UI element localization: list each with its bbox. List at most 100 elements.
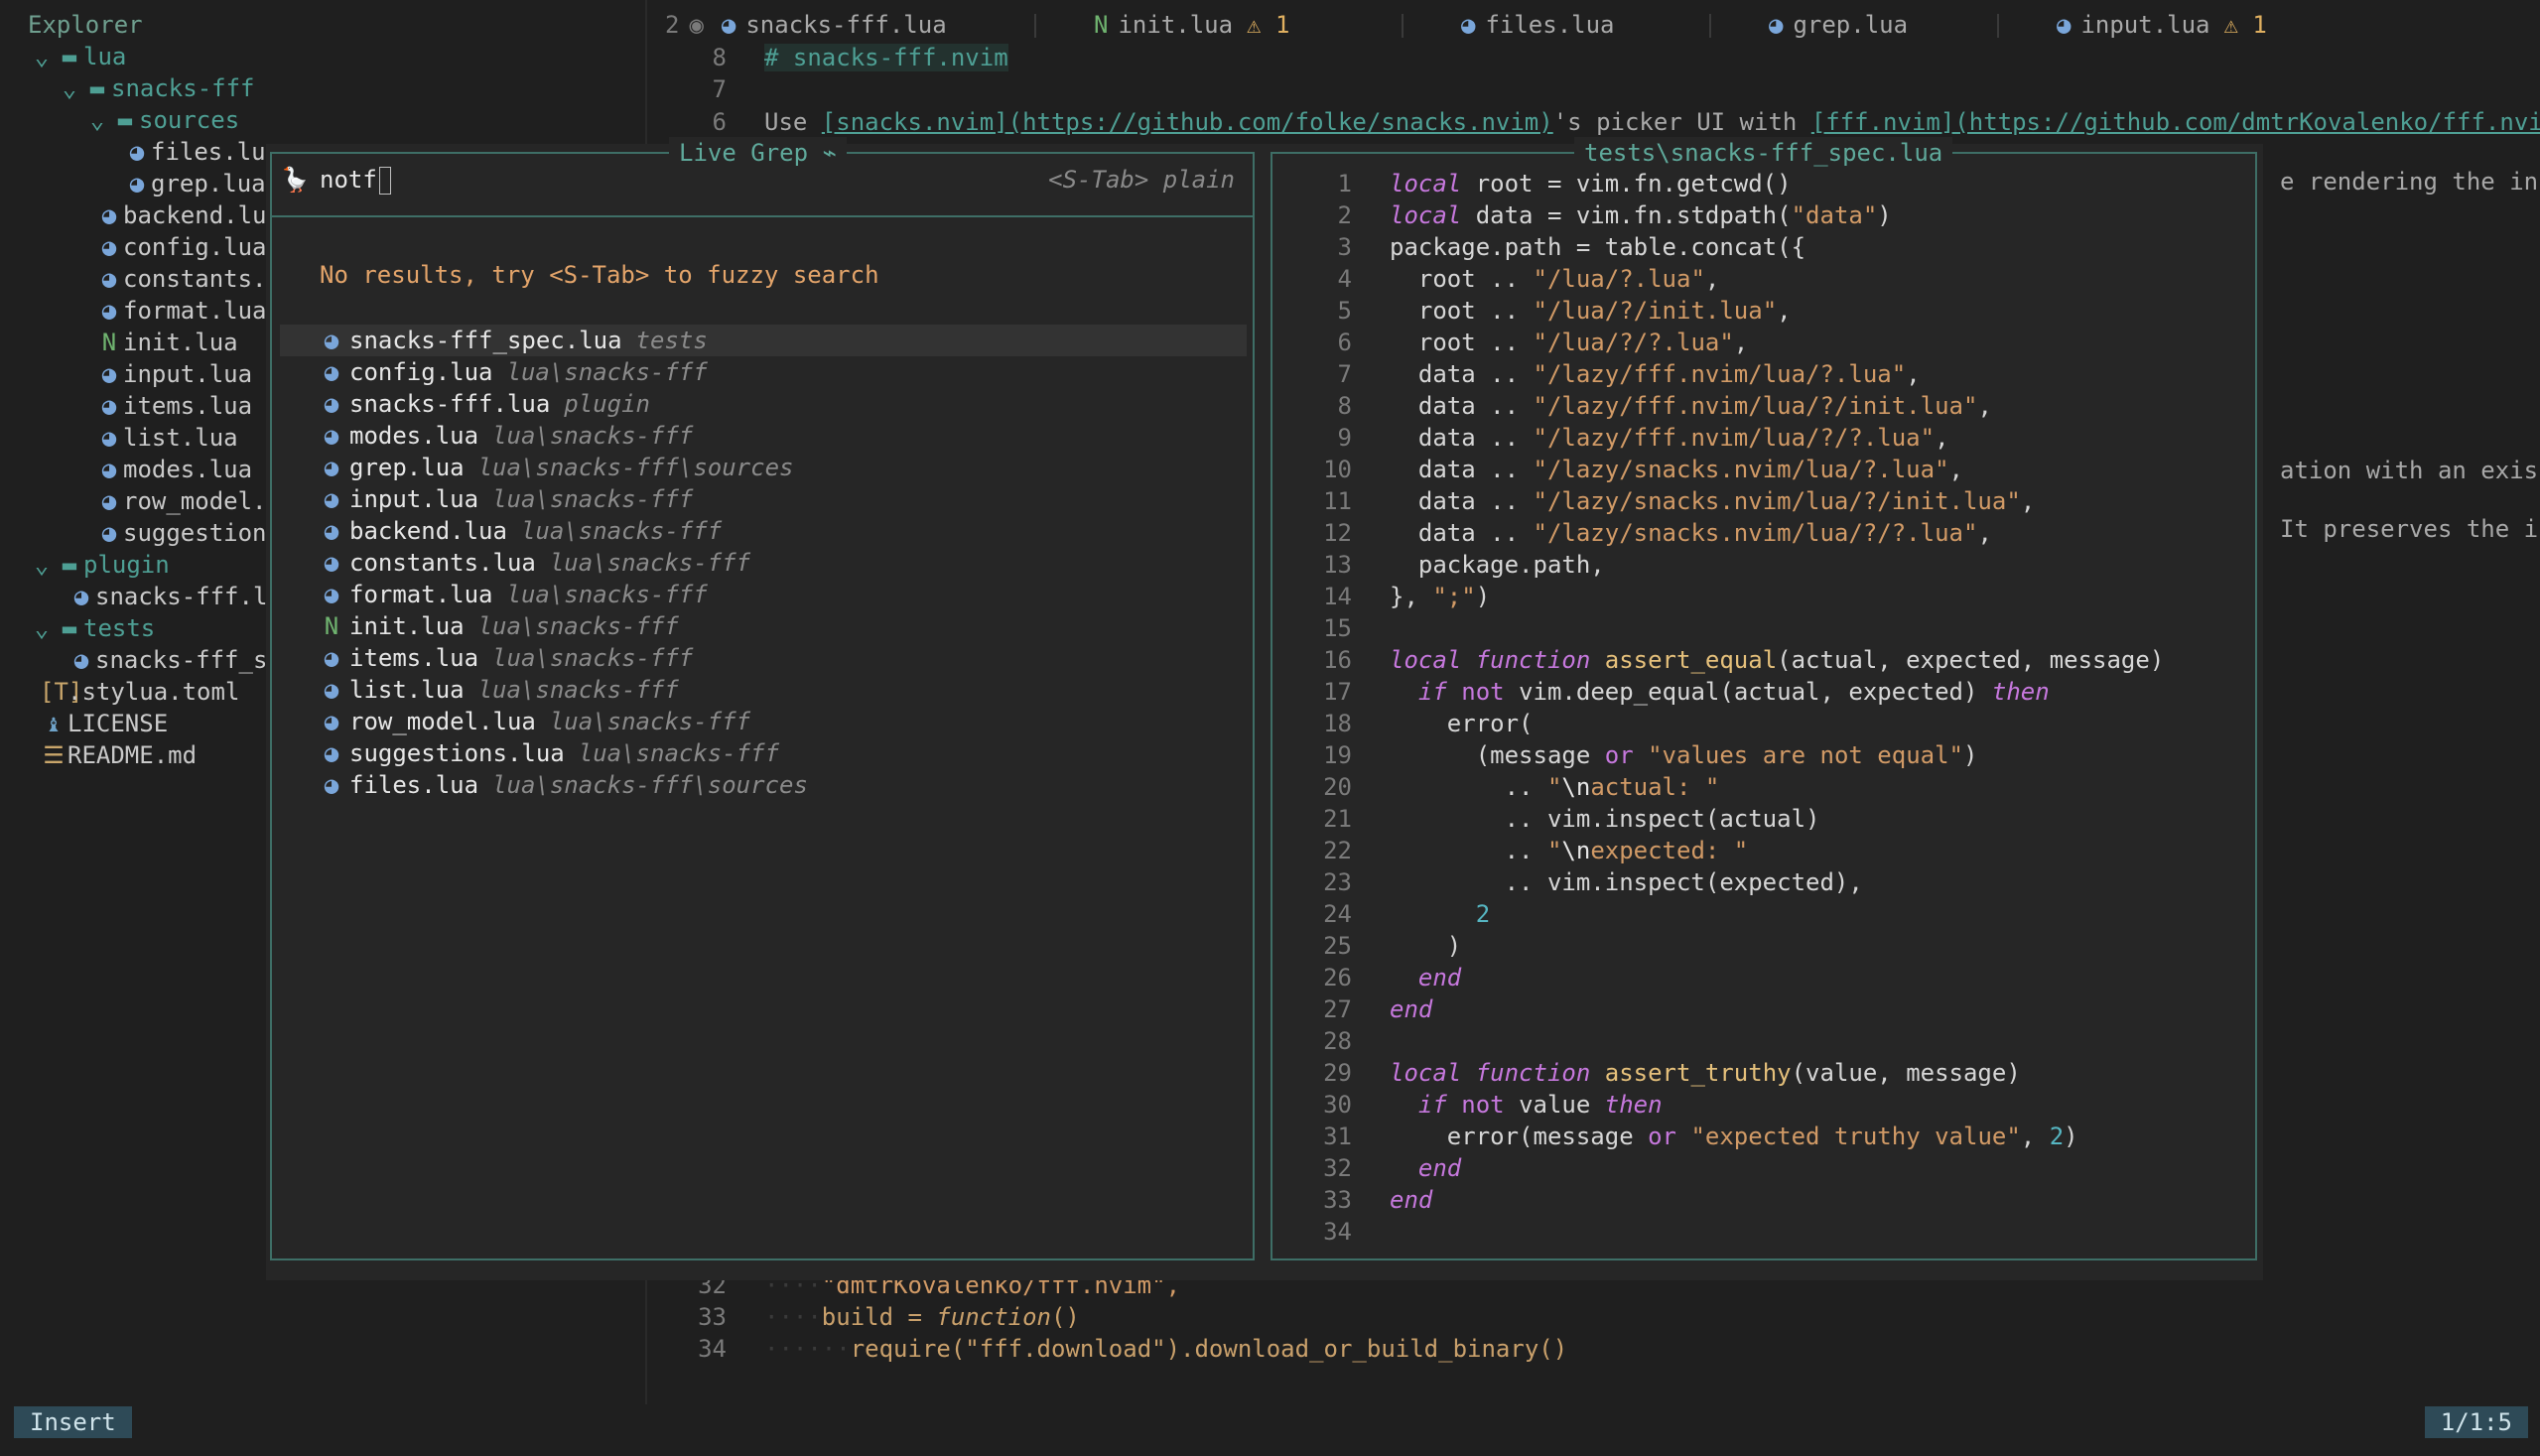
fff-link[interactable]: [fff.nvim](https://github.com/dmtrKovale…	[1811, 108, 2540, 136]
tab-1[interactable]: 2 ◉ ◕ snacks-fff.lua	[665, 8, 947, 42]
warning-icon: ⚠ 1	[2223, 11, 2267, 39]
preview-line: 10 data .. "/lazy/snacks.nvim/lua/?.lua"…	[1272, 454, 2255, 485]
result-item[interactable]: ◕ grep.lua lua\snacks-fff\sources	[280, 452, 1247, 483]
code-token: ()	[1050, 1303, 1080, 1331]
goose-prompt-icon: 🪿	[280, 166, 310, 194]
result-item[interactable]: ◕ row_model.lua lua\snacks-fff	[280, 706, 1247, 737]
warning-count: 1	[2252, 11, 2267, 39]
code-token: function	[1475, 1059, 1591, 1087]
chevron-down-icon[interactable]: ⌄	[83, 104, 111, 136]
preview-line: 11 data .. "/lazy/snacks.nvim/lua/?/init…	[1272, 485, 2255, 517]
preview-line: 23 .. vim.inspect(expected),	[1272, 866, 2255, 898]
code-token: "/lazy/fff.nvim/lua/?.lua"	[1533, 360, 1907, 388]
result-item[interactable]: ◕ snacks-fff.lua plugin	[280, 388, 1247, 420]
markdown-icon: ☰	[43, 741, 65, 769]
code-token: (value, message)	[1791, 1059, 2021, 1087]
result-item[interactable]: ◕ list.lua lua\snacks-fff	[280, 674, 1247, 706]
lua-file-icon: ◕	[324, 708, 339, 735]
tab-5[interactable]: ◕ input.lua ⚠ 1	[2057, 8, 2267, 42]
result-dir: lua\snacks-fff	[492, 644, 694, 672]
result-item[interactable]: Ninit.lua lua\snacks-fff	[280, 610, 1247, 642]
chevron-down-icon[interactable]: ⌄	[28, 549, 56, 581]
result-dir: lua\snacks-fff	[578, 739, 780, 767]
tree-folder[interactable]: ⌄ ▬ sources	[0, 104, 645, 136]
result-file: snacks-fff.lua plugin	[349, 388, 650, 420]
result-item[interactable]: ◕ format.lua lua\snacks-fff	[280, 579, 1247, 610]
result-item[interactable]: ◕ constants.lua lua\snacks-fff	[280, 547, 1247, 579]
tree-item-label: snacks-fff	[111, 74, 255, 102]
code-token: local	[1390, 201, 1462, 229]
line-code: end	[1390, 1152, 1461, 1184]
result-file: backend.lua lua\snacks-fff	[349, 515, 722, 547]
line-number: 1	[1337, 170, 1352, 198]
result-item[interactable]: ◕ snacks-fff_spec.lua tests	[280, 325, 1247, 356]
preview-line: 27 end	[1272, 993, 2255, 1025]
editor-line: 33 ····build = function()	[647, 1301, 2540, 1333]
preview-line: 21 .. vim.inspect(actual)	[1272, 803, 2255, 835]
search-input[interactable]: notf	[320, 162, 391, 198]
code-token: )	[1390, 932, 1462, 960]
tab-label: init.lua	[1118, 11, 1234, 39]
tree-item-label: input.lua	[123, 360, 253, 388]
code-token: ,	[2020, 487, 2036, 515]
lua-file-icon: ◕	[73, 583, 89, 610]
code-token: ,	[1935, 424, 1949, 452]
preview-line: 28	[1272, 1025, 2255, 1057]
tree-item-label: tests	[83, 614, 156, 642]
line-number: 27	[1323, 995, 1352, 1023]
line-code: end	[1390, 962, 1461, 993]
lua-file-icon: ◕	[324, 485, 339, 513]
line-code: data .. "/lazy/snacks.nvim/lua/?/?.lua",	[1390, 517, 1992, 549]
line-number: 6	[1337, 329, 1352, 356]
tab-label: input.lua	[2080, 11, 2210, 39]
result-item[interactable]: ◕ suggestions.lua lua\snacks-fff	[280, 737, 1247, 769]
lua-file-icon: ◕	[101, 233, 117, 261]
line-code: root .. "/lua/?/?.lua",	[1390, 327, 1748, 358]
preview-line: 17 if not vim.deep_equal(actual, expecte…	[1272, 676, 2255, 708]
result-item[interactable]: ◕ modes.lua lua\snacks-fff	[280, 420, 1247, 452]
code-token: (actual, expected, message)	[1777, 646, 2165, 674]
lua-file-icon: ◕	[324, 549, 339, 577]
lua-file-icon: ◕	[101, 360, 117, 388]
preview-line: 26 end	[1272, 962, 2255, 993]
line-code: package.path = table.concat({	[1390, 231, 1805, 263]
result-item[interactable]: ◕ input.lua lua\snacks-fff	[280, 483, 1247, 515]
code-token: build =	[821, 1303, 937, 1331]
tree-folder[interactable]: ⌄ ▬ snacks-fff	[0, 72, 645, 104]
line-number: 13	[1323, 551, 1352, 579]
result-item[interactable]: ◕ backend.lua lua\snacks-fff	[280, 515, 1247, 547]
code-token: ,	[1704, 265, 1720, 293]
tab-3[interactable]: ◕ files.lua	[1461, 8, 1615, 42]
line-code: .. "\nactual: "	[1390, 771, 1720, 803]
snacks-link[interactable]: [snacks.nvim](https://github.com/folke/s…	[822, 108, 1553, 136]
result-item[interactable]: ◕ files.lua lua\snacks-fff\sources	[280, 769, 1247, 801]
result-dir: lua\snacks-fff	[506, 358, 708, 386]
chevron-down-icon[interactable]: ⌄	[56, 72, 83, 104]
chevron-down-icon[interactable]: ⌄	[28, 612, 56, 644]
result-dir: tests	[635, 327, 708, 354]
toggle-mode-hint[interactable]: <S-Tab> plain	[1048, 162, 1235, 198]
code-token: assert_truthy	[1604, 1059, 1792, 1087]
preview-code: 1 local root = vim.fn.getcwd() 2 local data…	[1272, 168, 2255, 1248]
tree-item-label: init.lua	[123, 329, 238, 356]
chevron-down-icon[interactable]: ⌄	[28, 41, 56, 72]
tab-2[interactable]: Ninit.lua ⚠ 1	[1094, 8, 1289, 42]
result-filename: grep.lua	[349, 454, 465, 481]
picker-input-row[interactable]: 🪿 notf <S-Tab> plain	[272, 162, 1253, 198]
lua-file-icon: ◕	[129, 138, 145, 166]
code-token: end	[1417, 1154, 1462, 1182]
preview-line: 8 data .. "/lazy/fff.nvim/lua/?/init.lua…	[1272, 390, 2255, 422]
tab-4[interactable]: ◕ grep.lua	[1769, 8, 1908, 42]
result-dir: lua\snacks-fff	[492, 485, 694, 513]
tree-folder[interactable]: ⌄ ▬ lua	[0, 41, 645, 72]
result-filename: snacks-fff.lua	[349, 390, 551, 418]
result-item[interactable]: ◕ config.lua lua\snacks-fff	[280, 356, 1247, 388]
code-token: package.path = table.concat({	[1390, 233, 1806, 261]
result-item[interactable]: ◕ items.lua lua\snacks-fff	[280, 642, 1247, 674]
explorer-title: Explorer	[28, 11, 143, 39]
result-filename: items.lua	[349, 644, 479, 672]
